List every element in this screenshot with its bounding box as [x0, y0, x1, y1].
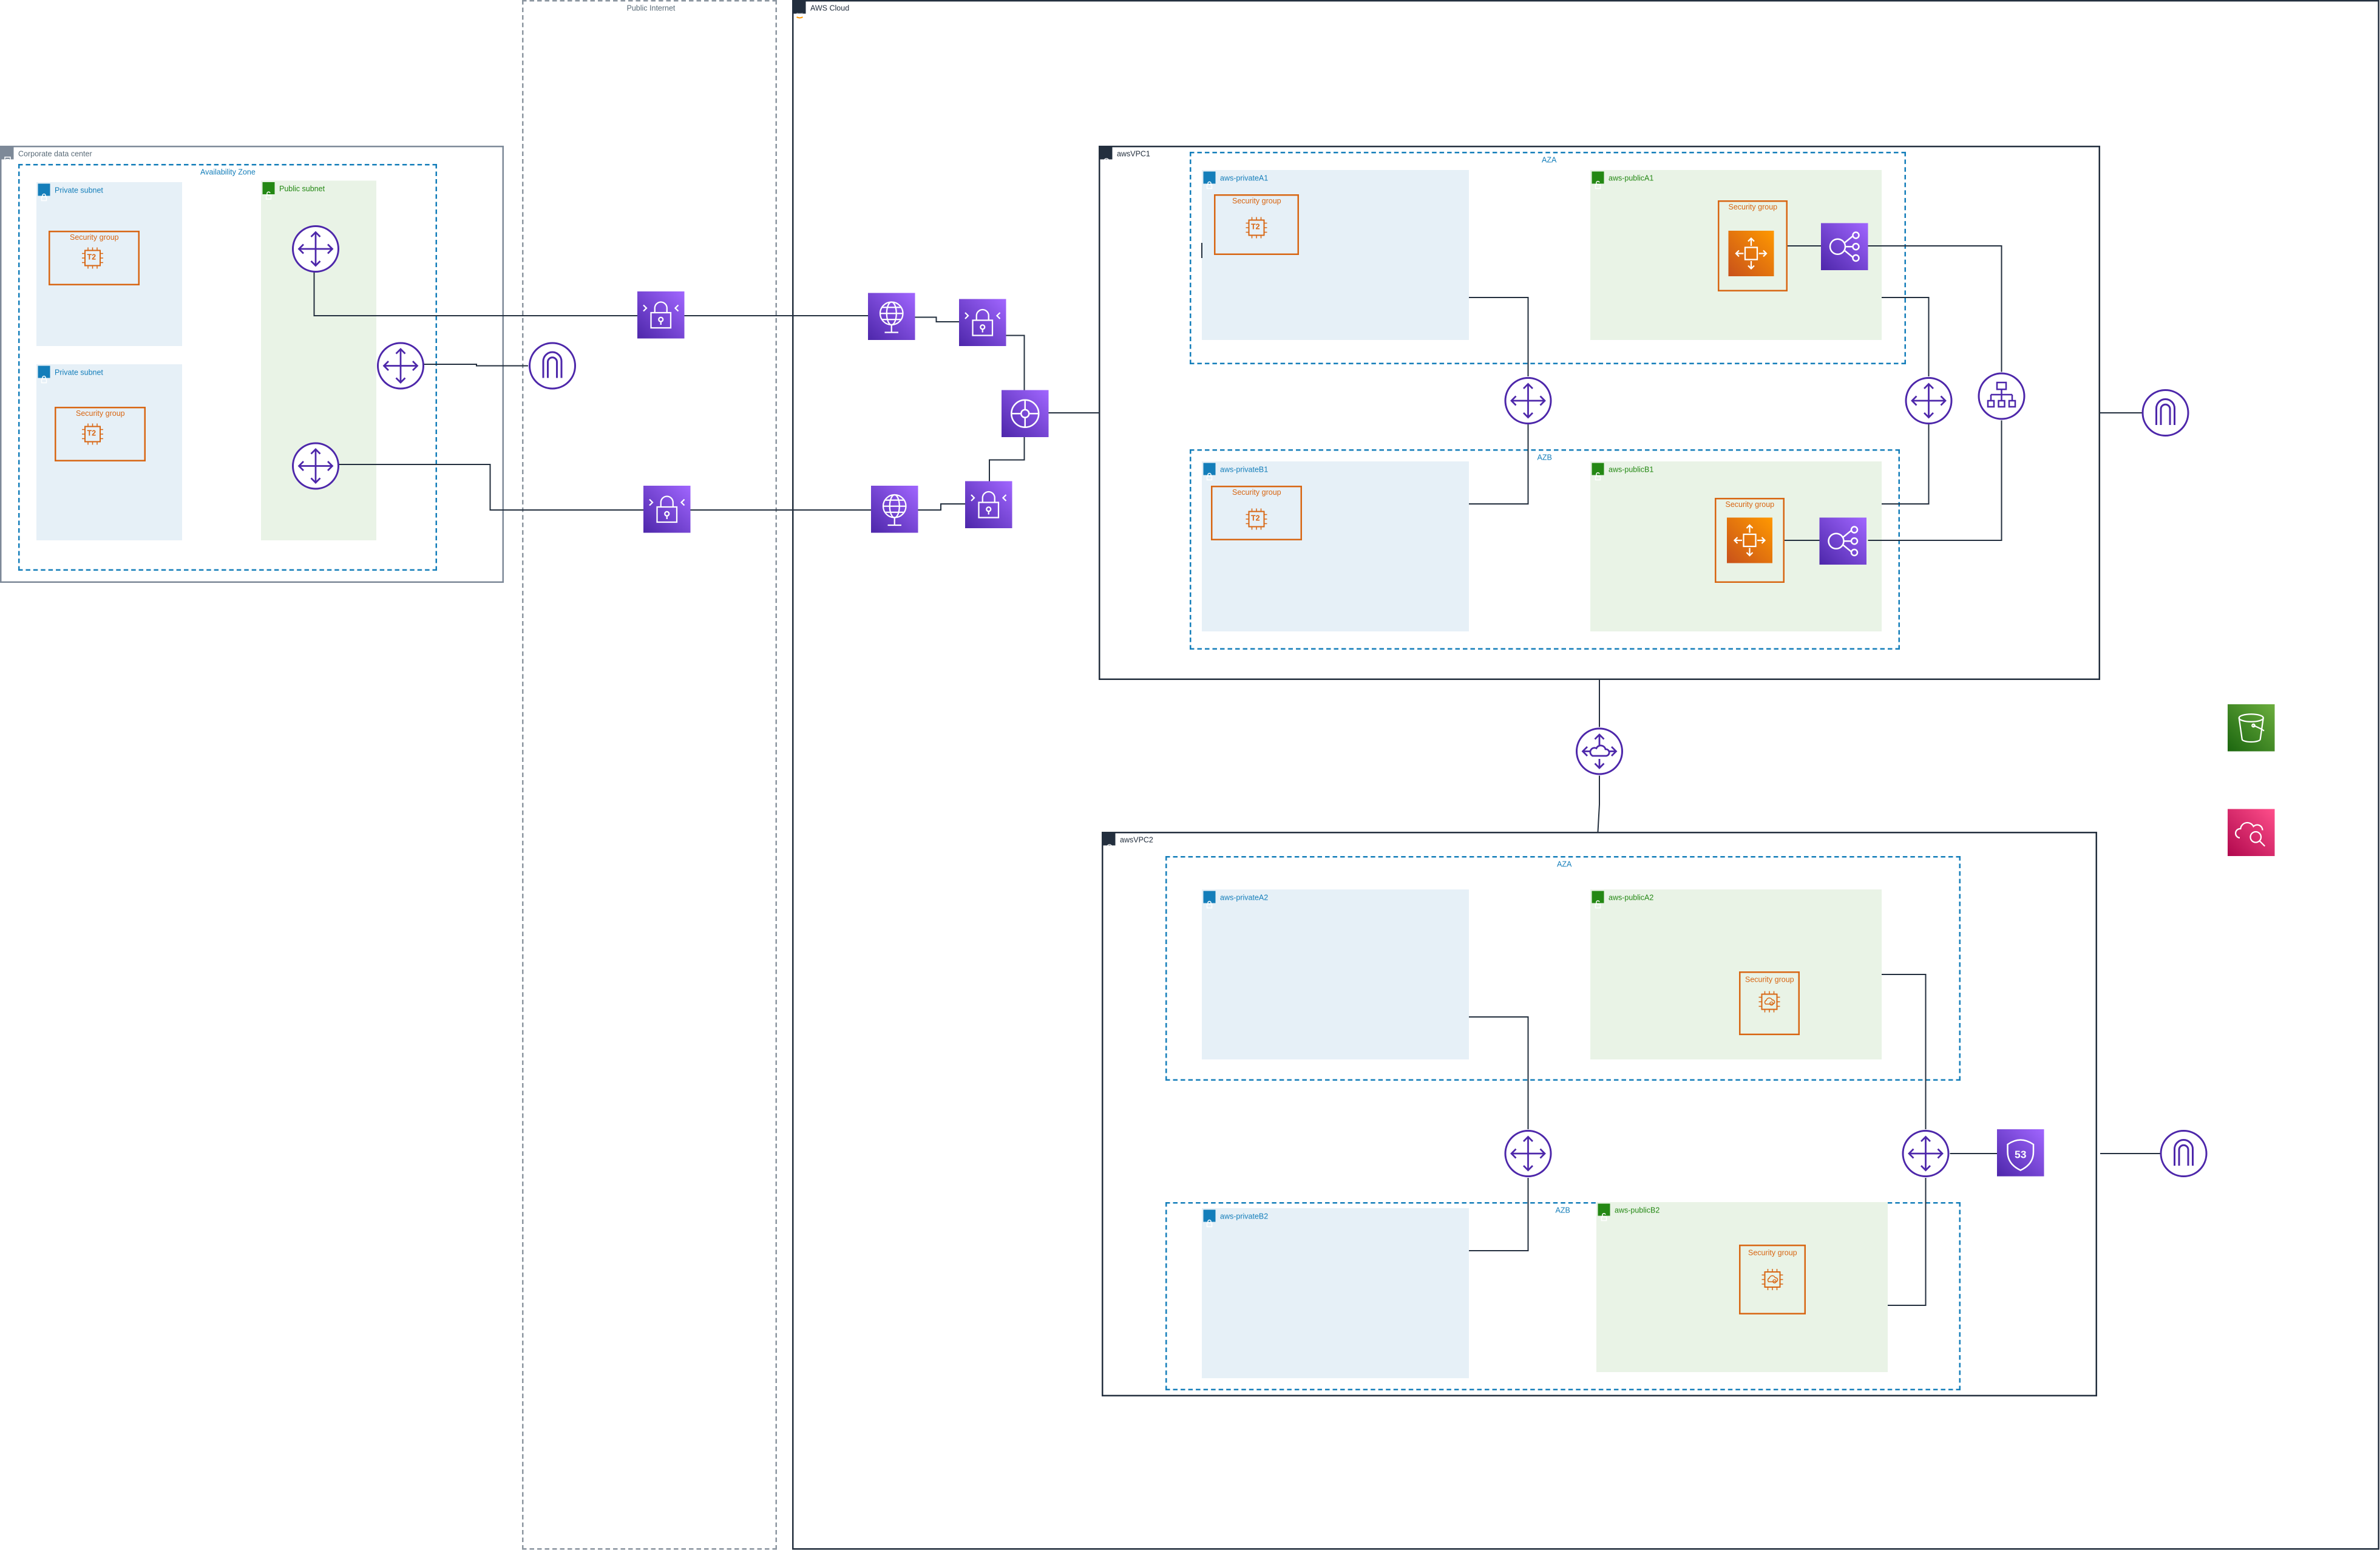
internet-gateway-icon	[2160, 1129, 2208, 1178]
internet-gateway-icon	[2141, 389, 2190, 437]
transit-gateway-attachment-icon	[1575, 727, 1624, 776]
router-icon	[376, 342, 425, 390]
router-icon	[1504, 376, 1553, 425]
internet-gateway-icon	[528, 342, 577, 390]
router-icon	[291, 442, 340, 491]
s3-bucket-icon	[2228, 704, 2275, 752]
client-vpn-icon	[871, 486, 918, 533]
vpn-gateway-icon	[965, 481, 1012, 528]
network-load-balancer-icon	[1819, 517, 1866, 565]
client-vpn-icon	[868, 293, 915, 340]
router-icon	[1902, 1129, 1950, 1178]
vpn-gateway-icon	[959, 299, 1006, 346]
router-icon	[1905, 376, 1953, 425]
vpn-gateway-icon	[643, 486, 691, 533]
transit-gateway-icon	[1002, 390, 1049, 437]
router-icon	[291, 225, 340, 273]
vpn-gateway-icon	[637, 291, 685, 339]
cloudwatch-icon	[2228, 809, 2275, 856]
connector-lines	[313, 243, 2161, 1306]
route53-icon: 53	[1997, 1129, 2044, 1177]
architecture-diagram: Public Internet aws AWS Cloud Corporate …	[0, 0, 2379, 1550]
router-icon	[1504, 1129, 1553, 1178]
svg-text:53: 53	[2015, 1149, 2027, 1161]
application-load-balancer-icon	[1978, 372, 2026, 421]
network-load-balancer-icon	[1821, 223, 1868, 270]
